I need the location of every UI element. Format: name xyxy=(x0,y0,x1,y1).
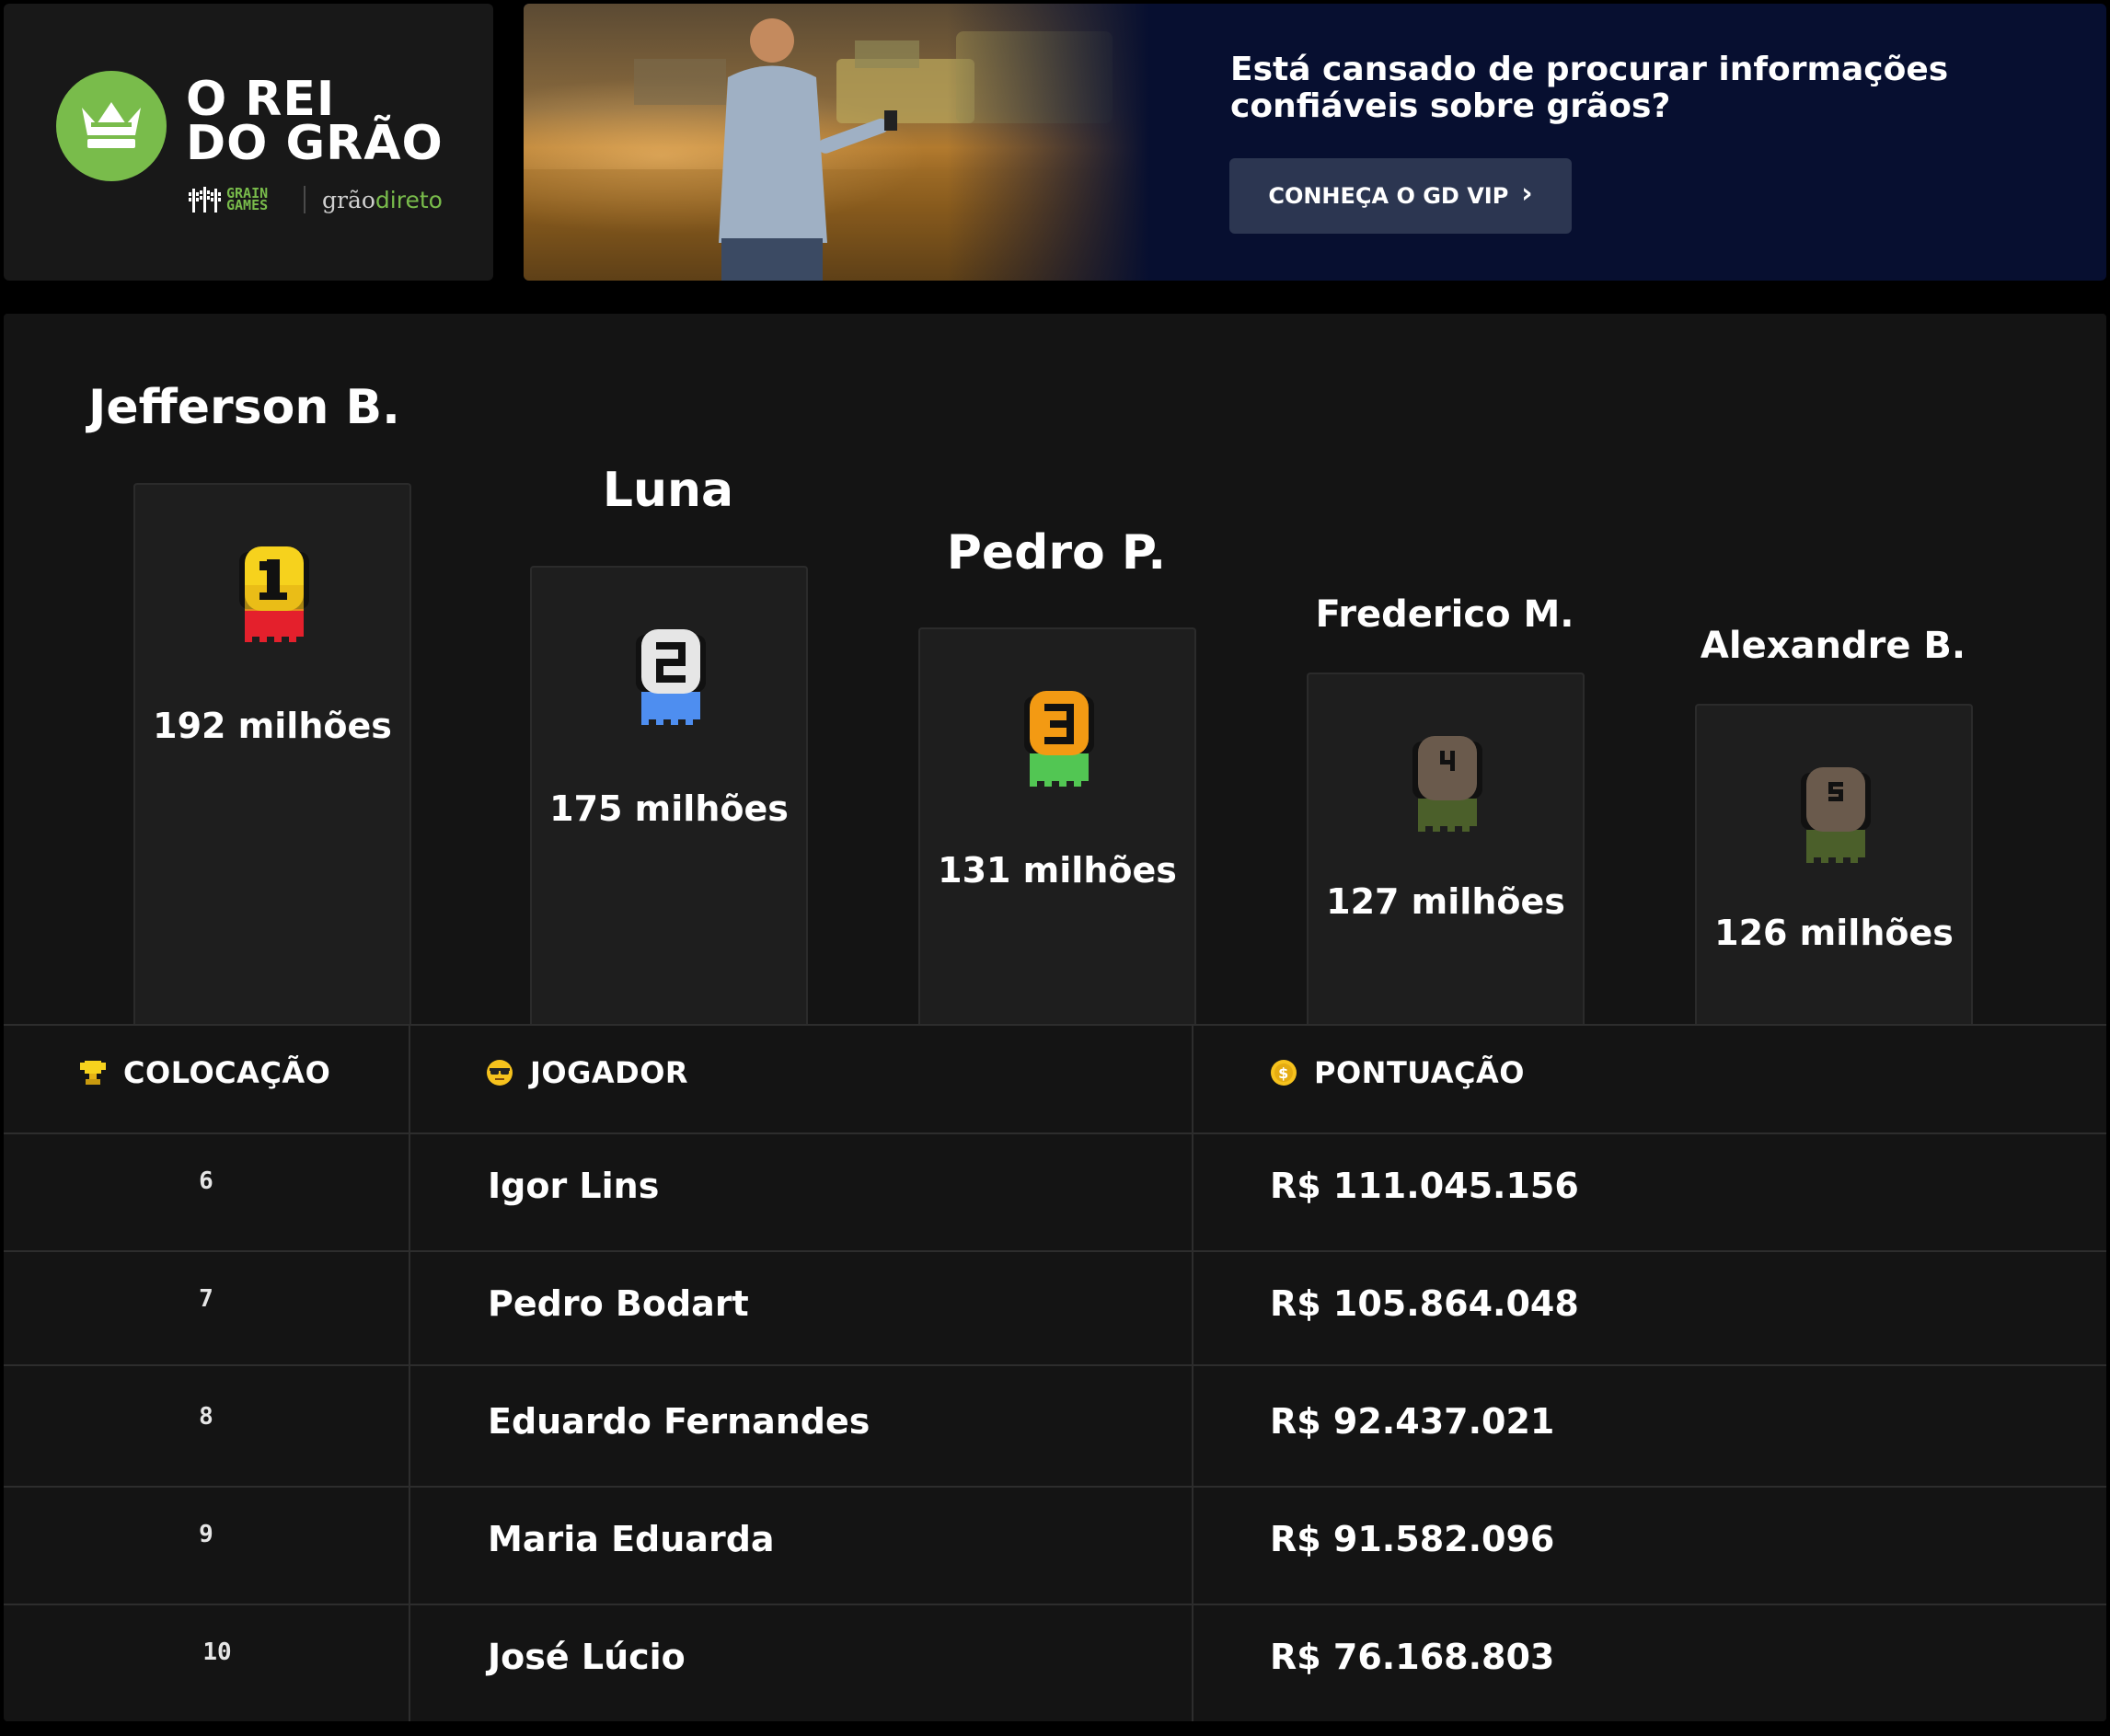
podium-name-2: Luna xyxy=(602,463,734,518)
row-player-name[interactable]: Pedro Bodart xyxy=(488,1283,749,1324)
trophy-icon xyxy=(80,1061,106,1085)
row-player-name[interactable]: Maria Eduarda xyxy=(488,1519,775,1559)
podium-score-1: 192 milhões xyxy=(153,706,392,746)
banner-heading: Está cansado de procurar informações con… xyxy=(1230,51,1949,125)
podium-name-1: Jefferson B. xyxy=(88,380,400,435)
row-score: R$ 91.582.096 xyxy=(1270,1519,1555,1559)
header-score[interactable]: $ PONTUAÇÃO xyxy=(1270,1055,1525,1090)
row-divider xyxy=(4,1364,2106,1366)
graodireto-brand-grao: grão xyxy=(322,186,375,213)
row-player-name[interactable]: José Lúcio xyxy=(488,1637,686,1677)
row-score: R$ 111.045.156 xyxy=(1270,1166,1579,1206)
grain-games-brand: GRAIN GAMES xyxy=(226,185,269,213)
header-player[interactable]: JOGADOR xyxy=(486,1055,688,1090)
row-score: R$ 105.864.048 xyxy=(1270,1283,1579,1324)
row-score: R$ 76.168.803 xyxy=(1270,1637,1555,1677)
podium-score-2: 175 milhões xyxy=(549,788,789,829)
svg-text:$: $ xyxy=(1278,1064,1289,1082)
podium: Jefferson B. 192 milhões Luna 175 milhõe… xyxy=(4,314,2106,1026)
sunglasses-face-icon xyxy=(487,1060,513,1086)
podium-card-2[interactable]: 175 milhões xyxy=(530,566,808,1026)
farmer-field-illustration xyxy=(524,18,1149,281)
brand-row: GRAIN GAMES grãodireto xyxy=(188,184,443,215)
gd-vip-button[interactable]: CONHEÇA O GD VIP › xyxy=(1229,158,1572,234)
row-divider xyxy=(4,1604,2106,1605)
column-divider-2 xyxy=(1192,1024,1193,1721)
podium-name-5: Alexandre B. xyxy=(1700,625,1966,667)
wheat-icon xyxy=(189,187,221,213)
logo-card[interactable]: O REI DO GRÃO GRAIN GAMES grãodireto xyxy=(4,4,493,281)
row-rank: 9 xyxy=(199,1521,213,1548)
row-player-name[interactable]: Eduardo Fernandes xyxy=(488,1401,870,1442)
banner-photo xyxy=(524,4,1149,281)
graodireto-brand-direto: direto xyxy=(375,186,443,213)
promo-banner[interactable]: Está cansado de procurar informações con… xyxy=(524,4,2106,281)
header-score-label: PONTUAÇÃO xyxy=(1314,1055,1525,1090)
podium-name-3: Pedro P. xyxy=(946,525,1167,581)
header-placement[interactable]: COLOCAÇÃO xyxy=(79,1055,330,1090)
header-divider xyxy=(4,1132,2106,1134)
podium-score-4: 127 milhões xyxy=(1326,881,1565,922)
coin-icon: $ xyxy=(1271,1060,1297,1086)
leaderboard-panel: Jefferson B. 192 milhões Luna 175 milhõe… xyxy=(4,314,2106,1721)
podium-name-4: Frederico M. xyxy=(1315,593,1574,636)
row-score: R$ 92.437.021 xyxy=(1270,1401,1555,1442)
medal-4-icon xyxy=(1412,736,1482,832)
podium-card-1[interactable]: 192 milhões xyxy=(133,483,411,1026)
table-top-border xyxy=(4,1024,2106,1026)
row-rank: 7 xyxy=(199,1285,213,1313)
medal-3-icon xyxy=(1024,691,1094,787)
podium-card-4[interactable]: 127 milhões xyxy=(1307,673,1585,1026)
column-divider-1 xyxy=(409,1024,410,1721)
logo-title-line-2: DO GRÃO xyxy=(186,116,444,171)
header-player-label: JOGADOR xyxy=(530,1055,689,1090)
podium-score-3: 131 milhões xyxy=(938,850,1177,891)
row-player-name[interactable]: Igor Lins xyxy=(488,1166,659,1206)
row-divider xyxy=(4,1250,2106,1252)
row-rank: 6 xyxy=(199,1167,213,1195)
graodireto-brand: grãodireto xyxy=(322,187,443,213)
row-rank: 8 xyxy=(199,1403,213,1431)
crown-logo xyxy=(56,71,167,181)
row-divider xyxy=(4,1486,2106,1488)
medal-2-icon xyxy=(636,629,706,725)
podium-card-3[interactable]: 131 milhões xyxy=(918,627,1196,1026)
medal-5-icon xyxy=(1801,767,1871,863)
podium-score-5: 126 milhões xyxy=(1714,913,1954,953)
brand-separator xyxy=(304,186,306,213)
medal-1-icon xyxy=(239,546,309,642)
chevron-right-icon: › xyxy=(1521,178,1533,210)
header-placement-label: COLOCAÇÃO xyxy=(123,1055,331,1090)
podium-card-5[interactable]: 126 milhões xyxy=(1695,704,1973,1026)
logo-title: O REI DO GRÃO xyxy=(186,72,471,171)
row-rank: 10 xyxy=(202,1638,232,1666)
logo-title-line-1: O REI xyxy=(186,72,336,127)
crown-icon xyxy=(82,102,141,148)
gd-vip-button-label: CONHEÇA O GD VIP xyxy=(1268,183,1509,209)
